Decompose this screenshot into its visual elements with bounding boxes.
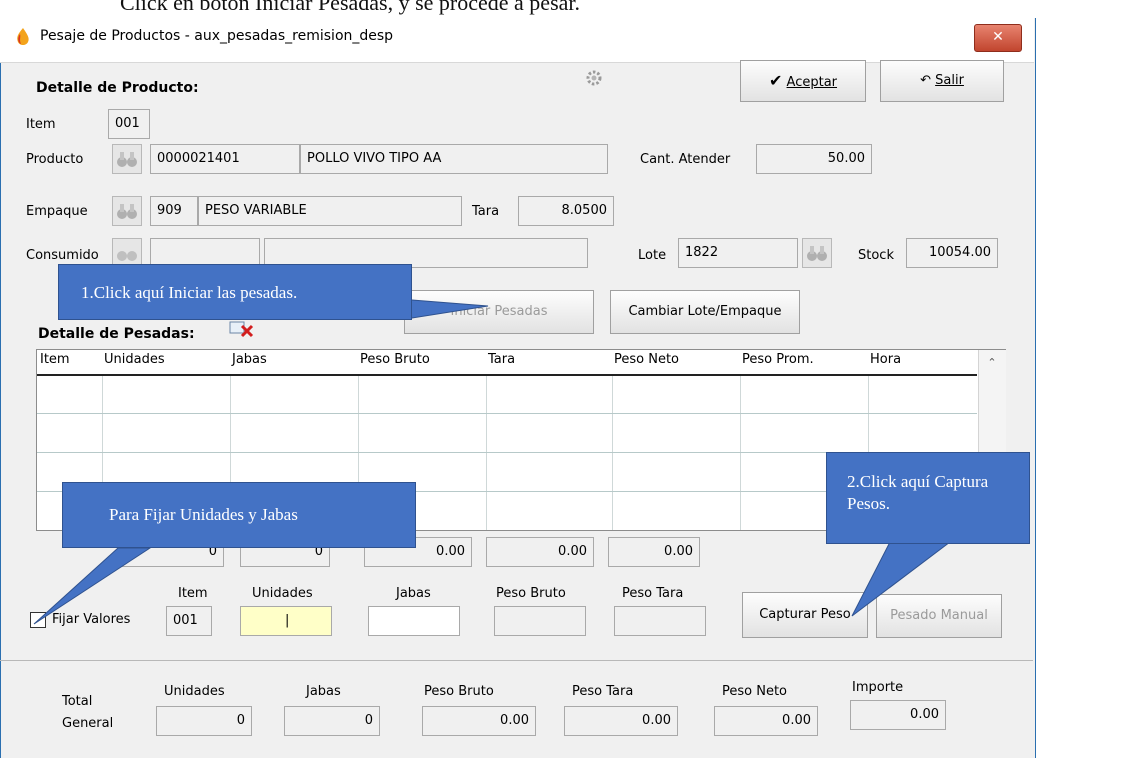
callout-capturar-peso: 2.Click aquí Captura Pesos. (826, 452, 1030, 544)
callout-iniciar-pesadas: 1.Click aquí Iniciar las pesadas. (58, 264, 412, 320)
callout-fijar-pointer (33, 547, 152, 625)
callout-fijar-valores: Para Fijar Unidades y Jabas (62, 482, 416, 548)
callout-pointers (33, 299, 952, 625)
callout-2-pointer (851, 541, 952, 617)
